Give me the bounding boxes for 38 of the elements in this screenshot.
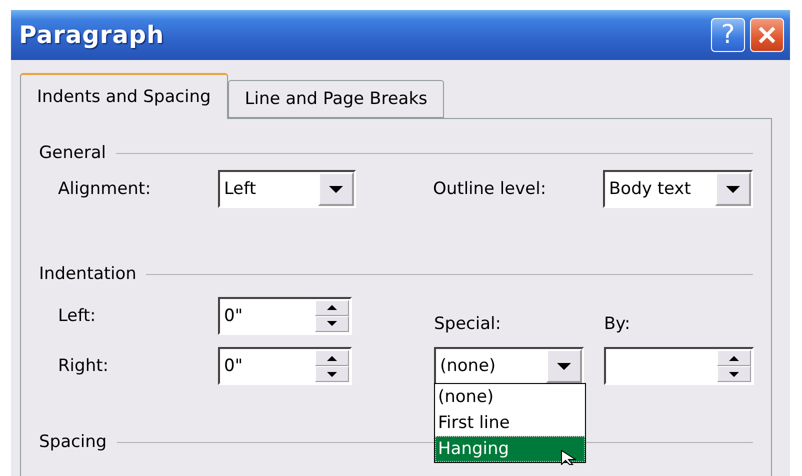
up-arrow-icon xyxy=(327,305,337,310)
dropdown-button[interactable] xyxy=(318,172,354,206)
down-arrow-icon xyxy=(557,362,571,370)
down-arrow-icon xyxy=(329,186,343,192)
section-heading: Indentation xyxy=(39,264,136,284)
field-label: Alignment: xyxy=(58,179,152,199)
dropdown-button[interactable] xyxy=(715,172,751,206)
field-label: Left: xyxy=(58,306,97,326)
dropdown-button[interactable] xyxy=(546,349,582,383)
window-title: Paragraph xyxy=(19,21,166,49)
section-heading: General xyxy=(39,143,106,163)
up-arrow-icon xyxy=(729,356,739,360)
spin-down-button[interactable] xyxy=(315,316,349,332)
spin-field[interactable]: 0" xyxy=(218,347,352,385)
tab[interactable]: Indents and Spacing xyxy=(20,73,228,119)
spin-field[interactable] xyxy=(604,347,754,385)
down-arrow-icon xyxy=(327,321,337,326)
spin-down-button[interactable] xyxy=(717,366,751,382)
close-icon xyxy=(757,25,777,45)
spin-up-button[interactable] xyxy=(315,300,349,316)
field-label: Right: xyxy=(58,356,110,376)
spin-up-button[interactable] xyxy=(717,350,751,366)
field-label: By: xyxy=(604,314,630,334)
spin-field[interactable]: 0" xyxy=(218,296,352,334)
tab[interactable]: Line and Page Breaks xyxy=(228,80,444,118)
spin-down-button[interactable] xyxy=(315,366,349,382)
spin-up-button[interactable] xyxy=(315,350,349,366)
up-arrow-icon xyxy=(327,356,337,360)
alignment-dropdown[interactable]: Left xyxy=(218,170,356,208)
section-heading: Spacing xyxy=(39,432,107,452)
down-arrow-icon xyxy=(726,186,740,192)
dropdown-option[interactable]: Hanging xyxy=(435,436,585,462)
down-arrow-icon xyxy=(729,372,739,376)
close-button[interactable] xyxy=(750,18,784,52)
down-arrow-icon xyxy=(327,372,337,376)
field-label: Outline level: xyxy=(433,179,548,199)
field-label: Special: xyxy=(434,314,501,334)
outline-level-dropdown[interactable]: Body text xyxy=(603,170,753,208)
